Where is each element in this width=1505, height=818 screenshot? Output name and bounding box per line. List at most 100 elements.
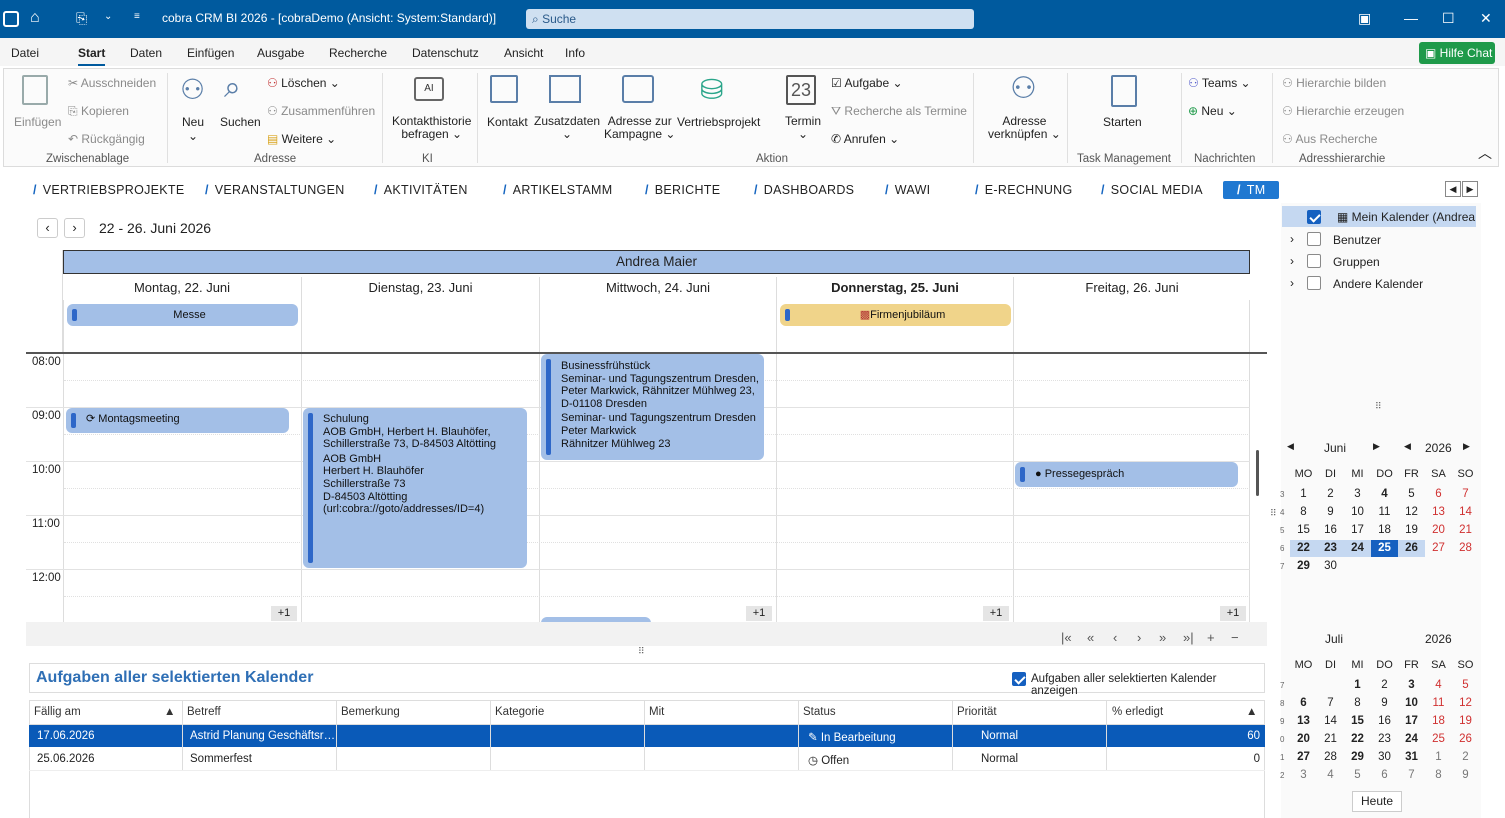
more-events-badge[interactable]: +1: [271, 606, 297, 621]
day-cell[interactable]: 8: [1425, 767, 1452, 784]
day-cell[interactable]: 14: [1452, 504, 1479, 521]
day-cell[interactable]: 18: [1425, 713, 1452, 730]
add-icon[interactable]: +: [1207, 630, 1215, 645]
day-cell[interactable]: 29: [1344, 749, 1371, 766]
hierarchy-from-research-button[interactable]: ⚇ Aus Recherche: [1282, 132, 1377, 146]
table-row[interactable]: 17.06.2026 Astrid Planung Geschäftsr… ✎ …: [29, 725, 1265, 747]
tab-aktivitaeten[interactable]: / AKTIVITÄTEN: [374, 183, 468, 197]
tab-vertriebsprojekte[interactable]: / VERTRIEBSPROJEKTE: [33, 183, 185, 197]
tab-scroll-left-icon[interactable]: ◀: [1445, 181, 1461, 197]
day-cell[interactable]: 4: [1317, 767, 1344, 784]
create-hierarchy-button[interactable]: ⚇ Hierarchie erzeugen: [1282, 104, 1404, 118]
build-hierarchy-button[interactable]: ⚇ Hierarchie bilden: [1282, 76, 1386, 90]
day-cell[interactable]: 25: [1371, 540, 1398, 557]
next-year-icon[interactable]: ▶: [1463, 441, 1470, 452]
day-cell[interactable]: 27: [1290, 749, 1317, 766]
day-cell[interactable]: 2: [1317, 486, 1344, 503]
day-cell[interactable]: 1: [1290, 486, 1317, 503]
day-cell[interactable]: 6: [1371, 767, 1398, 784]
day-cell[interactable]: 10: [1398, 695, 1425, 712]
day-cell[interactable]: 17: [1398, 713, 1425, 730]
tab-wawi[interactable]: / WAWI: [885, 183, 930, 197]
day-cell[interactable]: 15: [1344, 713, 1371, 730]
day-cell[interactable]: 28: [1317, 749, 1344, 766]
day-cell[interactable]: 16: [1317, 522, 1344, 539]
day-header-montag[interactable]: Montag, 22. Juni: [63, 277, 302, 300]
today-button[interactable]: Heute: [1352, 791, 1402, 812]
menu-ansicht[interactable]: Ansicht: [504, 46, 543, 60]
splitter-handle-icon[interactable]: ⠿: [1375, 401, 1382, 412]
day-cell[interactable]: 19: [1452, 713, 1479, 730]
day-cell[interactable]: 5: [1398, 486, 1425, 503]
day-header-dienstag[interactable]: Dienstag, 23. Juni: [302, 277, 540, 300]
my-calendar-item[interactable]: ▦ Mein Kalender (Andrea M: [1337, 210, 1477, 224]
menu-daten[interactable]: Daten: [130, 46, 162, 60]
my-calendar-checkbox[interactable]: [1307, 210, 1321, 224]
next-month-icon[interactable]: ▶: [1373, 441, 1380, 452]
prev-page-fast-icon[interactable]: «: [1087, 630, 1094, 645]
collapse-ribbon-icon[interactable]: ︿: [1478, 143, 1492, 163]
day-cell[interactable]: 10: [1344, 504, 1371, 521]
menu-recherche[interactable]: Recherche: [329, 46, 387, 60]
day-cell[interactable]: 24: [1398, 731, 1425, 748]
new-message-button[interactable]: ⊕ Neu ⌄: [1188, 104, 1237, 118]
search-address-button[interactable]: Suchen: [220, 115, 261, 129]
column-header-status[interactable]: Status: [803, 706, 836, 718]
prev-page-icon[interactable]: ‹: [1113, 630, 1117, 645]
other-calendars-checkbox[interactable]: [1307, 276, 1321, 290]
expand-icon[interactable]: ›: [1290, 276, 1294, 290]
day-header-mittwoch[interactable]: Mittwoch, 24. Juni: [540, 277, 777, 300]
day-cell[interactable]: 13: [1425, 504, 1452, 521]
restore-layout-icon[interactable]: ▣: [1358, 10, 1371, 27]
day-cell[interactable]: 4: [1371, 486, 1398, 503]
remove-icon[interactable]: −: [1231, 630, 1239, 645]
next-page-fast-icon[interactable]: »: [1159, 630, 1166, 645]
day-cell[interactable]: 4: [1425, 677, 1452, 694]
column-header-kategorie[interactable]: Kategorie: [495, 706, 544, 718]
day-cell[interactable]: 18: [1371, 522, 1398, 539]
day-cell[interactable]: 9: [1452, 767, 1479, 784]
day-cell[interactable]: 3: [1290, 767, 1317, 784]
groups-item[interactable]: Gruppen: [1333, 255, 1380, 269]
prev-month-icon[interactable]: ◀: [1287, 441, 1294, 452]
day-cell[interactable]: 7: [1317, 695, 1344, 712]
first-page-icon[interactable]: |«: [1061, 630, 1072, 645]
event-firmenjubilaeum[interactable]: ▩Firmenjubiläum: [780, 304, 1011, 326]
more-events-badge[interactable]: +1: [1220, 606, 1246, 621]
day-cell[interactable]: 3: [1344, 486, 1371, 503]
day-cell[interactable]: 27: [1425, 540, 1452, 557]
contact-button[interactable]: Kontakt: [487, 115, 528, 129]
day-cell[interactable]: 29: [1290, 558, 1317, 575]
day-cell[interactable]: 7: [1398, 767, 1425, 784]
day-cell[interactable]: 8: [1290, 504, 1317, 521]
year-label[interactable]: 2026: [1425, 632, 1452, 646]
day-cell[interactable]: 1: [1425, 749, 1452, 766]
research-dates-button[interactable]: ⛛ Recherche als Termine: [831, 104, 967, 119]
delete-button[interactable]: ⚇ Löschen ⌄: [267, 76, 340, 90]
day-cell[interactable]: 26: [1452, 731, 1479, 748]
day-cell[interactable]: 22: [1290, 540, 1317, 557]
day-cell[interactable]: 9: [1371, 695, 1398, 712]
day-cell[interactable]: 14: [1317, 713, 1344, 730]
day-cell[interactable]: 24: [1344, 540, 1371, 557]
day-cell[interactable]: 20: [1290, 731, 1317, 748]
expand-icon[interactable]: ›: [1290, 232, 1294, 246]
day-cell[interactable]: 25: [1425, 731, 1452, 748]
day-cell[interactable]: 20: [1425, 522, 1452, 539]
day-cell[interactable]: 26: [1398, 540, 1425, 557]
more-events-badge[interactable]: +1: [983, 606, 1009, 621]
day-cell[interactable]: 30: [1371, 749, 1398, 766]
users-item[interactable]: Benutzer: [1333, 233, 1381, 247]
column-header-erledigt[interactable]: % erledigt: [1112, 706, 1163, 718]
menu-info[interactable]: Info: [565, 46, 585, 60]
chevron-down-icon[interactable]: ⌄: [104, 11, 112, 22]
column-header-prioritaet[interactable]: Priorität: [957, 706, 997, 718]
day-cell[interactable]: 23: [1317, 540, 1344, 557]
table-row[interactable]: 25.06.2026 Sommerfest ◷ Offen Normal 0: [29, 748, 1265, 770]
day-cell[interactable]: 19: [1398, 522, 1425, 539]
column-header-mit[interactable]: Mit: [649, 706, 664, 718]
tab-tm[interactable]: / TM: [1223, 181, 1280, 199]
menu-datei[interactable]: Datei: [11, 46, 39, 60]
extra-data-button[interactable]: Zusatzdaten ⌄: [534, 115, 600, 141]
expand-icon[interactable]: ›: [1290, 254, 1294, 268]
